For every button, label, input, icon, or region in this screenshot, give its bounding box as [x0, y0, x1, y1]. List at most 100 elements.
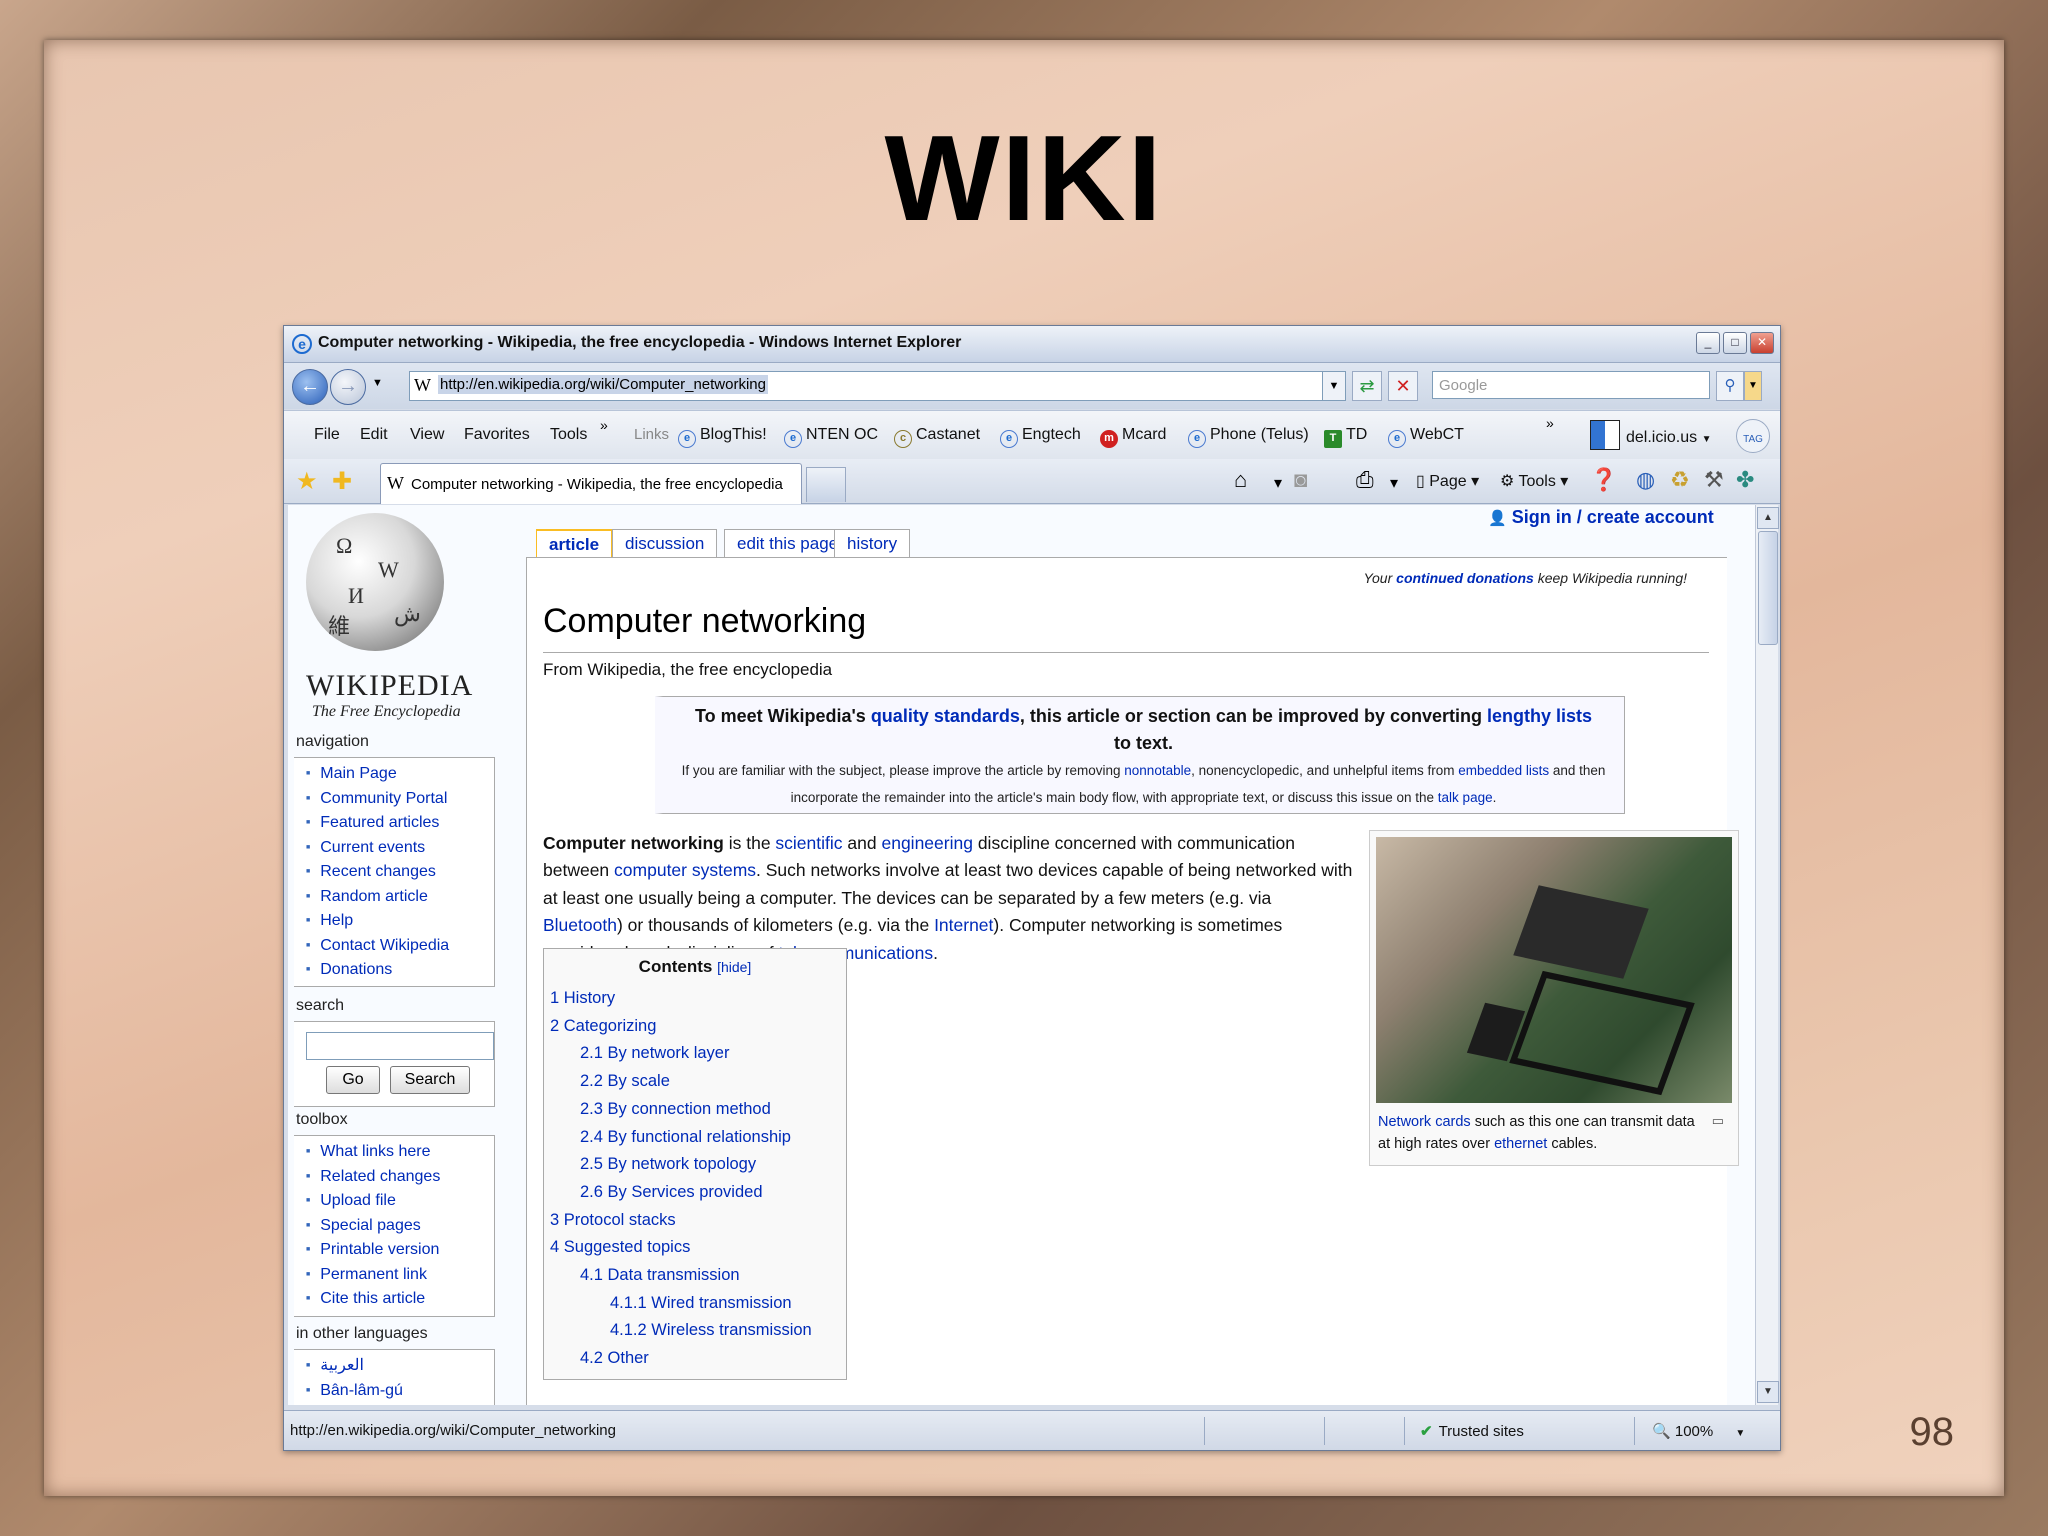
sidebar-nav-link[interactable]: Featured articles [306, 811, 494, 836]
toc-entry[interactable]: 4.1.2 Wireless transmission [610, 1321, 812, 1340]
menu-tools[interactable]: Tools [550, 426, 587, 444]
toolbox-link[interactable]: What links here [306, 1140, 494, 1165]
tab-history[interactable]: history [834, 529, 911, 557]
link-td[interactable]: T TD [1324, 426, 1367, 448]
scrollbar-thumb[interactable] [1758, 531, 1778, 645]
print-dropdown-icon[interactable]: ▾ [1390, 473, 1398, 493]
sidebar-nav-link[interactable]: Community Portal [306, 787, 494, 812]
maximize-button[interactable]: □ [1723, 332, 1747, 354]
lengthy-lists-link[interactable]: lengthy lists [1487, 706, 1592, 726]
wikipedia-globe-logo[interactable]: ΩW Иش 維 [306, 513, 444, 651]
toc-entry[interactable]: 2.2 By scale [580, 1072, 670, 1091]
tag-button[interactable]: TAG [1736, 419, 1770, 453]
address-dropdown-button[interactable]: ▼ [1322, 371, 1346, 401]
network-cards-link[interactable]: Network cards [1378, 1114, 1471, 1130]
tab-edit-this-page[interactable]: edit this page [724, 529, 852, 557]
menu-overflow-icon[interactable]: » [600, 417, 608, 433]
sidebar-nav-link[interactable]: Recent changes [306, 860, 494, 885]
search-input[interactable]: Google [1432, 371, 1710, 399]
minimize-button[interactable]: _ [1696, 332, 1720, 354]
wiki-search-input[interactable] [306, 1032, 494, 1060]
toc-entry[interactable]: 2.5 By network topology [580, 1155, 756, 1174]
zoom-level[interactable]: 🔍 100% ▼ [1652, 1422, 1745, 1440]
sidebar-nav-link[interactable]: Donations [306, 958, 494, 983]
links-overflow-icon[interactable]: » [1546, 415, 1554, 431]
sidebar-nav-link[interactable]: Contact Wikipedia [306, 934, 494, 959]
toc-entry[interactable]: 2.3 By connection method [580, 1100, 771, 1119]
link-engtech[interactable]: e Engtech [1000, 426, 1081, 448]
sync-icon[interactable]: ♻ [1670, 467, 1690, 493]
link-nten-oc[interactable]: e NTEN OC [784, 426, 878, 448]
go-button[interactable]: Go [326, 1066, 380, 1094]
talk-page-link[interactable]: talk page [1438, 790, 1493, 805]
search-options-button[interactable]: ▼ [1744, 371, 1762, 401]
toolbox-link[interactable]: Upload file [306, 1189, 494, 1214]
search-button[interactable]: Search [390, 1066, 470, 1094]
network-card-image[interactable] [1376, 837, 1732, 1103]
menu-favorites[interactable]: Favorites [464, 426, 530, 444]
sidebar-nav-link[interactable]: Main Page [306, 762, 494, 787]
toolbox-link[interactable]: Special pages [306, 1214, 494, 1239]
history-dropdown-icon[interactable]: ▼ [372, 377, 383, 389]
language-link[interactable]: العربية [306, 1354, 494, 1379]
nonnotable-link[interactable]: nonnotable [1124, 763, 1191, 778]
toc-entry[interactable]: 3 Protocol stacks [550, 1211, 676, 1230]
computer-systems-link[interactable]: computer systems [614, 860, 756, 880]
back-button[interactable]: ← [292, 369, 328, 405]
toolbox-link[interactable]: Related changes [306, 1165, 494, 1190]
quality-standards-link[interactable]: quality standards [871, 706, 1020, 726]
tab-computer-networking[interactable]: W Computer networking - Wikipedia, the f… [380, 463, 802, 504]
tab-article[interactable]: article [536, 529, 613, 557]
new-tab-button[interactable] [806, 467, 846, 502]
embedded-lists-link[interactable]: embedded lists [1458, 763, 1549, 778]
sidebar-nav-link[interactable]: Random article [306, 885, 494, 910]
toolbar-tool-icon[interactable]: ⚒ [1704, 467, 1724, 493]
toolbox-link[interactable]: Printable version [306, 1238, 494, 1263]
donations-link[interactable]: continued donations [1396, 570, 1534, 586]
scientific-link[interactable]: scientific [775, 833, 842, 853]
toc-entry[interactable]: 2 Categorizing [550, 1017, 656, 1036]
address-input[interactable]: W http://en.wikipedia.org/wiki/Computer_… [409, 371, 1331, 401]
scroll-up-button[interactable]: ▲ [1757, 507, 1779, 529]
toc-hide-link[interactable]: [hide] [717, 959, 751, 975]
toc-entry[interactable]: 1 History [550, 989, 615, 1008]
language-link[interactable]: Bân-lâm-gú [306, 1379, 494, 1404]
feeds-icon[interactable]: ◙ [1294, 467, 1307, 493]
help-icon[interactable]: ❓ [1590, 467, 1617, 493]
menu-view[interactable]: View [410, 426, 444, 444]
link-phone-telus[interactable]: e Phone (Telus) [1188, 426, 1309, 448]
security-zone[interactable]: ✔ Trusted sites [1420, 1422, 1524, 1440]
sidebar-nav-link[interactable]: Help [306, 909, 494, 934]
menu-edit[interactable]: Edit [360, 426, 388, 444]
toolbox-link[interactable]: Cite this article [306, 1287, 494, 1312]
search-go-button[interactable]: ⚲ [1716, 371, 1744, 401]
home-dropdown-icon[interactable]: ▾ [1274, 473, 1282, 493]
toc-entry[interactable]: 4.1.1 Wired transmission [610, 1294, 792, 1313]
ethernet-link[interactable]: ethernet [1494, 1136, 1547, 1152]
page-menu-button[interactable]: ▯ Page ▾ [1416, 471, 1479, 491]
favorites-star-icon[interactable]: ★ [296, 467, 318, 496]
toolbox-link[interactable]: Permanent link [306, 1263, 494, 1288]
engineering-link[interactable]: engineering [881, 833, 972, 853]
link-webct[interactable]: e WebCT [1388, 426, 1464, 448]
close-window-button[interactable]: ✕ [1750, 332, 1774, 354]
vertical-scrollbar[interactable]: ▲ ▼ [1755, 505, 1779, 1405]
messenger-icon[interactable]: ✤ [1736, 467, 1754, 493]
refresh-button[interactable]: ⇄ [1352, 371, 1382, 401]
research-icon[interactable]: ◍ [1636, 467, 1655, 493]
sign-in-link[interactable]: 👤 Sign in / create account [1488, 507, 1714, 528]
tab-discussion[interactable]: discussion [612, 529, 718, 557]
scroll-down-button[interactable]: ▼ [1757, 1381, 1779, 1403]
link-castanet[interactable]: c Castanet [894, 426, 980, 448]
toc-entry[interactable]: 4 Suggested topics [550, 1238, 690, 1257]
toc-entry[interactable]: 4.2 Other [580, 1349, 649, 1368]
link-mcard[interactable]: m Mcard [1100, 426, 1166, 448]
link-blogthis[interactable]: e BlogThis! [678, 426, 767, 448]
toc-entry[interactable]: 2.6 By Services provided [580, 1183, 763, 1202]
add-favorite-icon[interactable]: ✚ [332, 467, 352, 496]
toc-entry[interactable]: 4.1 Data transmission [580, 1266, 740, 1285]
bluetooth-link[interactable]: Bluetooth [543, 915, 617, 935]
stop-button[interactable]: ✕ [1388, 371, 1418, 401]
forward-button[interactable]: → [330, 369, 366, 405]
toc-entry[interactable]: 2.1 By network layer [580, 1044, 729, 1063]
